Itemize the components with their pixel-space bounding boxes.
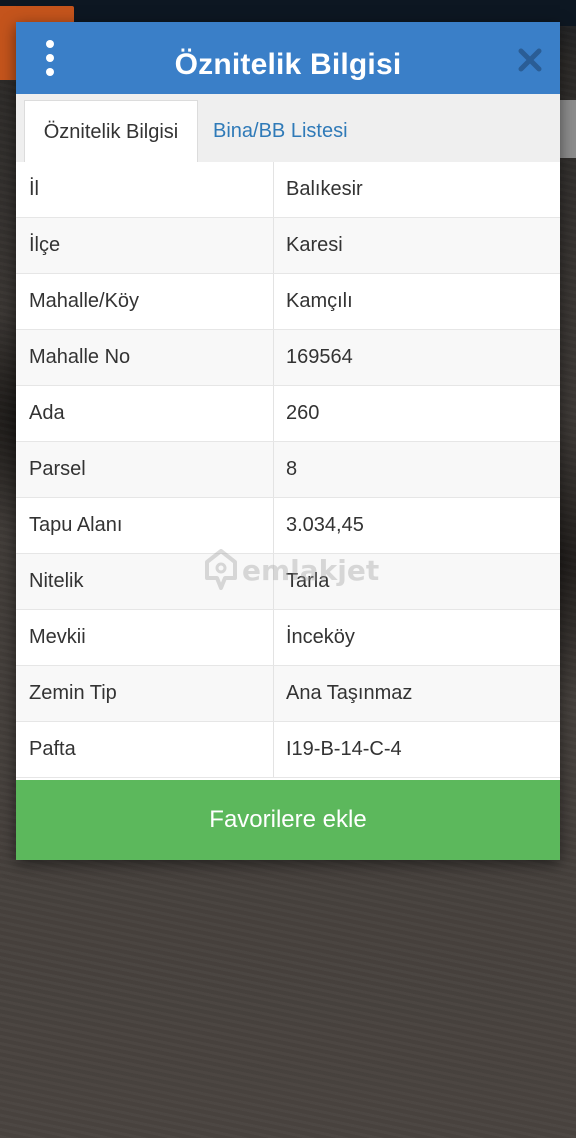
attribute-value: Ana Taşınmaz: [286, 682, 413, 704]
attribute-value: Kamçılı: [286, 290, 353, 312]
table-row: Mahalle No 169564: [16, 330, 560, 386]
attribute-value: 8: [286, 458, 298, 480]
table-row: İl Balıkesir: [16, 162, 560, 218]
attribute-key: Mevkii: [16, 610, 274, 665]
add-to-favorites-button[interactable]: Favorilere ekle: [16, 780, 560, 860]
attribute-key: Nitelik: [16, 554, 274, 609]
tab-building-list[interactable]: Bina/BB Listesi: [213, 100, 348, 162]
attribute-table: İl Balıkesir İlçe Karesi Mahalle/Köy Kam…: [16, 162, 560, 778]
attribute-key: Zemin Tip: [16, 666, 274, 721]
table-row: Zemin Tip Ana Taşınmaz: [16, 666, 560, 722]
attribute-value: I19-B-14-C-4: [286, 738, 402, 760]
dialog-title: Öznitelik Bilgisi: [174, 48, 402, 81]
dialog-header: Öznitelik Bilgisi: [16, 22, 560, 94]
attribute-info-dialog: Öznitelik Bilgisi Öznitelik Bilgisi Bina…: [16, 22, 560, 860]
attribute-key: Tapu Alanı: [16, 498, 274, 553]
attribute-value: Tarla: [286, 570, 330, 592]
tab-attribute-info[interactable]: Öznitelik Bilgisi: [24, 100, 198, 163]
attribute-key: Mahalle/Köy: [16, 274, 274, 329]
attribute-key: Ada: [16, 386, 274, 441]
attribute-key: İl: [16, 162, 274, 217]
attribute-key: İlçe: [16, 218, 274, 273]
attribute-value: 169564: [286, 346, 353, 368]
attribute-value: İnceköy: [286, 626, 355, 648]
attribute-key: Mahalle No: [16, 330, 274, 385]
table-row: Parsel 8: [16, 442, 560, 498]
table-row: Mevkii İnceköy: [16, 610, 560, 666]
table-row: Tapu Alanı 3.034,45: [16, 498, 560, 554]
background-side-panel: [558, 100, 576, 158]
attribute-value: 260: [286, 402, 320, 424]
attribute-key: Parsel: [16, 442, 274, 497]
attribute-key: Pafta: [16, 722, 274, 777]
close-icon[interactable]: [516, 46, 544, 74]
tab-bar: Öznitelik Bilgisi Bina/BB Listesi: [16, 94, 560, 163]
table-row: Mahalle/Köy Kamçılı: [16, 274, 560, 330]
attribute-value: 3.034,45: [286, 514, 364, 536]
attribute-value: Balıkesir: [286, 178, 363, 200]
table-row: Ada 260: [16, 386, 560, 442]
kebab-menu-icon[interactable]: [38, 40, 62, 76]
attribute-value: Karesi: [286, 234, 343, 256]
table-row: Pafta I19-B-14-C-4: [16, 722, 560, 778]
table-row: Nitelik Tarla: [16, 554, 560, 610]
table-row: İlçe Karesi: [16, 218, 560, 274]
